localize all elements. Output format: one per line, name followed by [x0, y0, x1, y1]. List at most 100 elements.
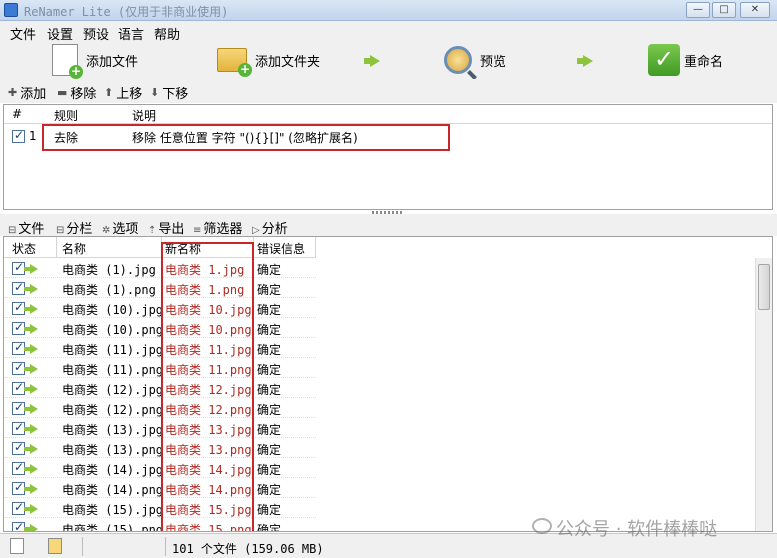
- file-row[interactable]: 电商类 (10).png电商类 10.png确定: [4, 318, 316, 338]
- file-name: 电商类 (15).png: [62, 523, 164, 532]
- status-arrow-icon: [24, 484, 38, 494]
- file-row[interactable]: 电商类 (14).jpg电商类 14.jpg确定: [4, 458, 316, 478]
- file-row[interactable]: 电商类 (13).jpg电商类 13.jpg确定: [4, 418, 316, 438]
- columns-menu-button[interactable]: ⊟ 分栏: [56, 218, 92, 237]
- status-arrow-icon: [24, 264, 38, 274]
- minus-icon: ▬: [57, 86, 68, 99]
- gear-icon: ✲: [102, 225, 111, 236]
- file-row[interactable]: 电商类 (1).jpg电商类 1.jpg确定: [4, 258, 316, 278]
- add-rule-button[interactable]: ✚ 添加: [8, 83, 46, 102]
- file-error-status: 确定: [257, 343, 282, 357]
- arrow-down-icon: ⬇: [150, 86, 160, 99]
- file-row[interactable]: 电商类 (13).png电商类 13.png确定: [4, 438, 316, 458]
- files-col-status[interactable]: 状态: [12, 240, 36, 257]
- file-row[interactable]: 电商类 (10).jpg电商类 10.jpg确定: [4, 298, 316, 318]
- preview-label: 预览: [480, 54, 507, 70]
- menu-bar: 文件 设置 预设 语言 帮助: [0, 21, 777, 43]
- status-arrow-icon: [24, 424, 38, 434]
- file-actions-bar: ⊟ 文件 ⊟ 分栏 ✲ 选项 ⇡ 导出 ≡ 筛选器 ▷ 分析: [0, 214, 777, 237]
- scrollbar-thumb[interactable]: [758, 264, 770, 310]
- rules-col-description[interactable]: 说明: [132, 107, 156, 124]
- add-files-button[interactable]: + 添加文件: [52, 41, 138, 79]
- file-row[interactable]: 电商类 (12).jpg电商类 12.jpg确定: [4, 378, 316, 398]
- add-files-label: 添加文件: [86, 54, 139, 70]
- new-file-icon[interactable]: [10, 538, 24, 554]
- rules-col-rule[interactable]: 规则: [54, 107, 78, 124]
- file-name: 电商类 (12).png: [62, 403, 164, 417]
- arrow-up-icon: ⬆: [104, 86, 114, 99]
- title-bar: ReNamer Lite (仅用于非商业使用) — □ ✕: [0, 0, 777, 21]
- arrow-right-icon: [364, 55, 380, 67]
- files-col-error[interactable]: 错误信息: [257, 240, 305, 257]
- rule-index: 1: [29, 129, 37, 143]
- file-error-status: 确定: [257, 403, 282, 417]
- status-arrow-icon: [24, 464, 38, 474]
- file-error-status: 确定: [257, 303, 282, 317]
- file-name: 电商类 (1).png: [62, 283, 156, 297]
- add-file-icon: +: [52, 44, 83, 79]
- file-error-status: 确定: [257, 503, 282, 517]
- file-row[interactable]: 电商类 (14).png电商类 14.png确定: [4, 478, 316, 498]
- arrow-right-icon: [577, 55, 593, 67]
- watermark-text: 公众号 · 软件棒棒哒: [556, 519, 718, 540]
- close-button[interactable]: ✕: [740, 2, 770, 18]
- files-header: 状态 名称 新名称 错误信息: [4, 237, 316, 258]
- add-folder-label: 添加文件夹: [255, 54, 321, 70]
- file-row[interactable]: 电商类 (1).png电商类 1.png确定: [4, 278, 316, 298]
- status-arrow-icon: [24, 304, 38, 314]
- move-down-button[interactable]: ⬇ 下移: [150, 83, 188, 102]
- folder-search-icon[interactable]: [48, 538, 62, 554]
- columns-icon: ⊟: [56, 225, 65, 236]
- files-menu-button[interactable]: ⊟ 文件: [8, 218, 44, 237]
- rule-checkbox[interactable]: [12, 128, 25, 143]
- vertical-scrollbar[interactable]: [755, 258, 772, 531]
- options-menu-button[interactable]: ✲ 选项: [102, 218, 138, 237]
- file-error-status: 确定: [257, 423, 282, 437]
- minimize-button[interactable]: —: [686, 2, 710, 18]
- remove-rule-button[interactable]: ▬ 移除: [57, 83, 96, 102]
- file-row[interactable]: 电商类 (15).png电商类 15.png确定: [4, 518, 316, 532]
- analyze-menu-button[interactable]: ▷ 分析: [252, 218, 288, 237]
- maximize-button[interactable]: □: [712, 2, 736, 18]
- file-row[interactable]: 电商类 (15).jpg电商类 15.jpg确定: [4, 498, 316, 518]
- add-folder-button[interactable]: + 添加文件夹: [217, 41, 320, 79]
- status-arrow-icon: [24, 324, 38, 334]
- rename-button[interactable]: ✓ 重命名: [648, 41, 723, 79]
- rules-list: # 规则 说明 1 去除 移除 任意位置 字符 "(){}[]" (忽略扩展名): [3, 104, 773, 210]
- watermark-logo-icon: [532, 518, 552, 534]
- highlight-box: [42, 124, 450, 151]
- file-error-status: 确定: [257, 443, 282, 457]
- file-error-status: 确定: [257, 263, 282, 277]
- file-name: 电商类 (1).jpg: [62, 263, 156, 277]
- file-name: 电商类 (12).jpg: [62, 383, 164, 397]
- status-arrow-icon: [24, 444, 38, 454]
- file-row[interactable]: 电商类 (11).png电商类 11.png确定: [4, 358, 316, 378]
- checkmark-icon: ✓: [648, 44, 680, 76]
- filter-menu-button[interactable]: ≡ 筛选器: [193, 218, 242, 237]
- export-menu-button[interactable]: ⇡ 导出: [148, 218, 184, 237]
- export-icon: ⇡: [148, 225, 157, 236]
- file-name: 电商类 (10).png: [62, 323, 164, 337]
- preview-button[interactable]: 预览: [444, 41, 506, 79]
- analyze-icon: ▷: [252, 225, 260, 236]
- file-row[interactable]: 电商类 (11).jpg电商类 11.jpg确定: [4, 338, 316, 358]
- rules-col-index[interactable]: #: [12, 107, 22, 121]
- window-title: ReNamer Lite (仅用于非商业使用): [24, 5, 229, 19]
- file-error-status: 确定: [257, 283, 282, 297]
- magnifier-icon: [444, 46, 472, 74]
- main-toolbar: + 添加文件 + 添加文件夹 预览 ✓ 重命名: [0, 41, 777, 79]
- file-row[interactable]: 电商类 (12).png电商类 12.png确定: [4, 398, 316, 418]
- plus-icon: ✚: [8, 86, 18, 99]
- file-error-status: 确定: [257, 483, 282, 497]
- status-arrow-icon: [24, 364, 38, 374]
- highlight-box-new-name: [161, 242, 254, 531]
- files-col-name[interactable]: 名称: [62, 240, 86, 257]
- status-arrow-icon: [24, 524, 38, 531]
- file-name: 电商类 (11).png: [62, 363, 164, 377]
- files-icon: ⊟: [8, 225, 17, 236]
- status-arrow-icon: [24, 344, 38, 354]
- add-folder-icon: +: [217, 48, 252, 77]
- app-icon: [4, 3, 18, 17]
- status-arrow-icon: [24, 384, 38, 394]
- move-up-button[interactable]: ⬆ 上移: [104, 83, 142, 102]
